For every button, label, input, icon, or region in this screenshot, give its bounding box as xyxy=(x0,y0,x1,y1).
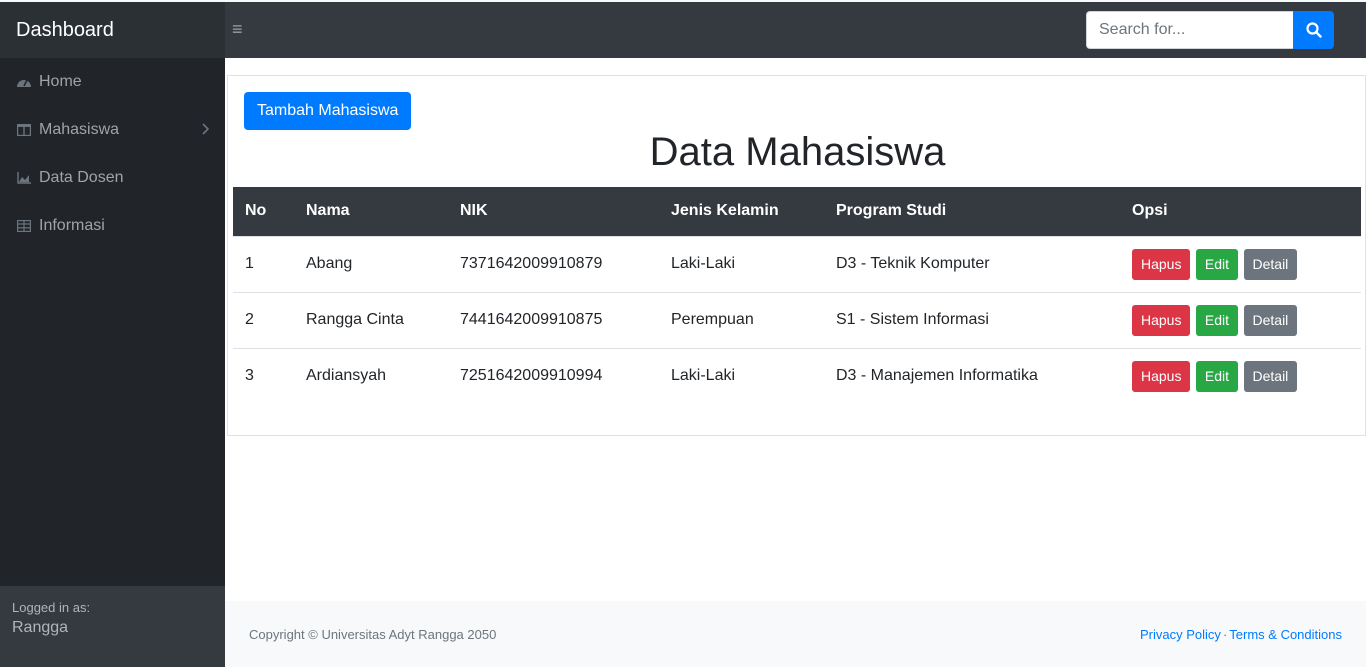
add-mahasiswa-button[interactable]: Tambah Mahasiswa xyxy=(244,92,412,130)
cell-nama: Ardiansyah xyxy=(294,347,448,404)
column-header: NIK xyxy=(460,202,488,220)
detail-button[interactable]: Detail xyxy=(1243,248,1298,280)
footer-separator: · xyxy=(1222,626,1228,642)
sidebar-item-label: Data Dosen xyxy=(39,169,124,186)
cell-nama: Abang xyxy=(294,235,448,292)
main-content: Tambah Mahasiswa Data Mahasiswa No Nama … xyxy=(225,58,1366,667)
sidebar-item-label: Mahasiswa xyxy=(39,121,120,138)
privacy-policy-link[interactable]: Privacy Policy xyxy=(1140,627,1221,642)
logged-in-label: Logged in as: xyxy=(12,600,91,615)
page-footer: Copyright © Universitas Adyt Rangga 2050… xyxy=(225,601,1366,667)
delete-button[interactable]: Hapus xyxy=(1132,360,1191,392)
data-card: Tambah Mahasiswa Data Mahasiswa No Nama … xyxy=(227,75,1366,436)
cell-nama: Rangga Cinta xyxy=(294,291,448,348)
table-icon xyxy=(16,218,32,234)
footer-links: Privacy Policy · Terms & Conditions xyxy=(1140,627,1342,642)
sidebar-item-data-dosen[interactable]: Data Dosen xyxy=(0,154,225,202)
cell-jenis-kelamin: Perempuan xyxy=(659,291,824,348)
detail-button[interactable]: Detail xyxy=(1243,304,1298,336)
column-header: Program Studi xyxy=(836,202,947,220)
cell-no: 3 xyxy=(233,347,294,404)
cell-nik: 7251642009910994 xyxy=(448,347,659,404)
page-title: Data Mahasiswa xyxy=(649,130,946,174)
tachometer-icon xyxy=(16,74,32,90)
column-header: Jenis Kelamin xyxy=(671,202,779,220)
sidebar-footer: Logged in as: Rangga xyxy=(0,586,225,667)
detail-button[interactable]: Detail xyxy=(1243,360,1298,392)
table-header-row: No Nama NIK Jenis Kelamin Program Studi … xyxy=(233,187,1361,236)
cell-opsi: Hapus Edit Detail xyxy=(1120,347,1361,404)
cell-nik: 7441642009910875 xyxy=(448,291,659,348)
cell-program-studi: D3 - Manajemen Informatika xyxy=(824,347,1120,404)
cell-opsi: Hapus Edit Detail xyxy=(1120,235,1361,292)
column-header: Nama xyxy=(306,202,350,220)
cell-opsi: Hapus Edit Detail xyxy=(1120,291,1361,348)
sidebar-item-informasi[interactable]: Informasi xyxy=(0,202,225,250)
edit-button[interactable]: Edit xyxy=(1195,360,1239,392)
copyright-text: Copyright © Universitas Adyt Rangga 2050 xyxy=(249,626,497,642)
cell-program-studi: D3 - Teknik Komputer xyxy=(824,235,1120,292)
terms-conditions-link[interactable]: Terms & Conditions xyxy=(1229,627,1342,642)
columns-icon xyxy=(16,122,32,138)
sidebar-item-mahasiswa[interactable]: Mahasiswa xyxy=(0,106,225,154)
search-form xyxy=(1086,11,1334,49)
search-button[interactable] xyxy=(1293,11,1334,49)
table-row: 3 Ardiansyah 7251642009910994 Laki-Laki … xyxy=(233,347,1361,404)
sidebar-item-label: Home xyxy=(39,73,82,90)
mahasiswa-table: No Nama NIK Jenis Kelamin Program Studi … xyxy=(233,187,1361,404)
edit-button[interactable]: Edit xyxy=(1195,304,1239,336)
table-row: 1 Abang 7371642009910879 Laki-Laki D3 - … xyxy=(233,235,1361,292)
cell-program-studi: S1 - Sistem Informasi xyxy=(824,291,1120,348)
sidebar-item-label: Informasi xyxy=(39,217,105,234)
logged-in-user: Rangga xyxy=(12,619,69,636)
sidebar-item-home[interactable]: Home xyxy=(0,58,225,106)
top-navbar: Dashboard ≡ xyxy=(0,0,1366,58)
sidebar-toggle-icon[interactable]: ≡ xyxy=(232,19,248,39)
column-header: No xyxy=(245,202,267,220)
delete-button[interactable]: Hapus xyxy=(1132,304,1191,336)
cell-no: 2 xyxy=(233,291,294,348)
delete-button[interactable]: Hapus xyxy=(1132,248,1191,280)
edit-button[interactable]: Edit xyxy=(1195,248,1239,280)
area-chart-icon xyxy=(16,170,32,186)
cell-nik: 7371642009910879 xyxy=(448,235,659,292)
search-icon xyxy=(1305,22,1322,38)
search-input[interactable] xyxy=(1086,11,1293,49)
sidebar: Home Mahasiswa Data Dosen Informasi Logg… xyxy=(0,58,225,667)
column-header: Opsi xyxy=(1132,202,1168,220)
chevron-right-icon xyxy=(201,122,210,140)
cell-jenis-kelamin: Laki-Laki xyxy=(659,235,824,292)
cell-no: 1 xyxy=(233,235,294,292)
cell-jenis-kelamin: Laki-Laki xyxy=(659,347,824,404)
brand-title[interactable]: Dashboard xyxy=(0,2,225,58)
table-row: 2 Rangga Cinta 7441642009910875 Perempua… xyxy=(233,291,1361,348)
